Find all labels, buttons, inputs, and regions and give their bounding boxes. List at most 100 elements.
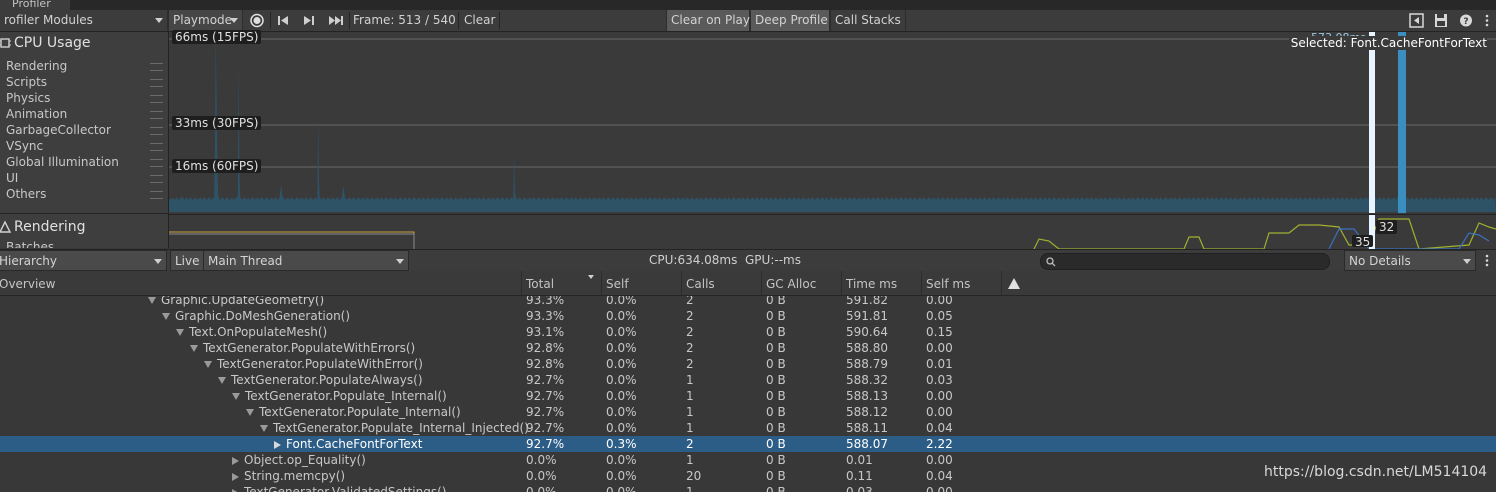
- cell-self: 0.0%: [606, 309, 637, 323]
- rendering-module-header[interactable]: Rendering: [0, 216, 168, 238]
- ref-label-15fps: 66ms (15FPS): [172, 30, 262, 44]
- skip-to-end-icon: [329, 16, 343, 25]
- drag-handle-icon[interactable]: [150, 191, 163, 199]
- table-row[interactable]: TextGenerator.ValidatedSettings() 0.0% 0.0…: [0, 484, 1496, 492]
- drag-handle-icon[interactable]: [150, 127, 163, 135]
- expand-down-icon[interactable]: [162, 313, 170, 320]
- profiler-modules-panel: CPU Usage Rendering Scripts Physics Animati…: [0, 32, 169, 248]
- expand-down-icon[interactable]: [190, 345, 198, 352]
- table-row[interactable]: Font.CacheFontForText 92.7% 0.3% 2 0 B 588.07…: [0, 436, 1496, 452]
- drag-handle-icon[interactable]: [150, 111, 163, 119]
- expand-right-icon[interactable]: [232, 488, 239, 492]
- expand-right-icon[interactable]: [274, 440, 281, 449]
- cpu-usage-module-header[interactable]: CPU Usage: [0, 32, 168, 54]
- column-gc-alloc[interactable]: GC Alloc: [761, 271, 841, 295]
- cpu-category-item[interactable]: Scripts: [6, 74, 47, 90]
- row-label: TextGenerator.ValidatedSettings(): [244, 485, 447, 492]
- cell-time: 588.11: [846, 421, 888, 435]
- clear-on-play-toggle[interactable]: Clear on Play: [666, 10, 750, 31]
- expand-down-icon[interactable]: [148, 297, 156, 304]
- expand-right-icon[interactable]: [232, 472, 239, 481]
- profiler-modules-dropdown[interactable]: rofiler Modules: [0, 10, 168, 31]
- cpu-category-item[interactable]: Rendering: [6, 58, 67, 74]
- cell-selfms: 0.03: [926, 373, 953, 387]
- hierarchy-options-button[interactable]: [1478, 250, 1496, 271]
- cpu-frame-bars: [169, 34, 1496, 212]
- cpu-category-item[interactable]: Animation: [6, 106, 67, 122]
- column-calls[interactable]: Calls: [681, 271, 761, 295]
- deep-profile-toggle[interactable]: Deep Profile: [750, 10, 830, 31]
- expand-down-icon[interactable]: [260, 425, 268, 432]
- live-toggle[interactable]: Live: [170, 250, 204, 271]
- row-function-name: String.memcpy(): [232, 468, 345, 484]
- options-menu-button[interactable]: [1478, 10, 1496, 31]
- drag-handle-icon[interactable]: [150, 159, 163, 167]
- expand-down-icon[interactable]: [218, 377, 226, 384]
- column-self[interactable]: Self: [601, 271, 681, 295]
- cpu-category-item[interactable]: Global Illumination: [6, 154, 119, 170]
- expand-down-icon[interactable]: [204, 361, 212, 368]
- window-tab-profiler[interactable]: Profiler: [0, 0, 70, 10]
- rendering-chart[interactable]: 32 35: [169, 214, 1496, 249]
- load-button[interactable]: [1406, 10, 1428, 31]
- next-frame-button[interactable]: [298, 10, 320, 31]
- cell-gc: 0 B: [766, 341, 786, 355]
- cpu-category-item[interactable]: UI: [6, 170, 18, 186]
- cpu-usage-chart[interactable]: 66ms (15FPS) 33ms (30FPS) 16ms (60FPS) 5…: [169, 30, 1496, 213]
- column-overview[interactable]: Overview: [0, 271, 521, 295]
- row-function-name: Object.op_Equality(): [232, 452, 366, 468]
- first-frame-button[interactable]: [272, 10, 294, 31]
- cell-selfms: 0.00: [926, 453, 953, 467]
- expand-down-icon[interactable]: [176, 329, 184, 336]
- clear-button[interactable]: Clear: [464, 10, 495, 31]
- cpu-category-item[interactable]: VSync: [6, 138, 43, 154]
- view-mode-dropdown[interactable]: Hierarchy: [0, 250, 167, 271]
- thread-dropdown[interactable]: Main Thread: [203, 250, 409, 271]
- table-row[interactable]: TextGenerator.PopulateWithError() 92.8% 0.…: [0, 356, 1496, 372]
- column-time-ms[interactable]: Time ms: [841, 271, 921, 295]
- last-frame-button[interactable]: [324, 10, 348, 31]
- drag-handle-icon[interactable]: [150, 95, 163, 103]
- cpu-category-item[interactable]: Physics: [6, 90, 50, 106]
- row-label: TextGenerator.PopulateWithError(): [217, 357, 423, 371]
- drag-handle-icon[interactable]: [150, 79, 163, 87]
- cpu-category-item[interactable]: Others: [6, 186, 46, 202]
- cpu-category-item[interactable]: GarbageCollector: [6, 122, 111, 138]
- table-row[interactable]: TextGenerator.Populate_Internal() 92.7% 0.…: [0, 388, 1496, 404]
- expand-down-icon[interactable]: [232, 393, 240, 400]
- help-button[interactable]: ?: [1456, 10, 1476, 31]
- drag-handle-icon[interactable]: [150, 175, 163, 183]
- record-button[interactable]: [246, 10, 268, 31]
- column-warnings[interactable]: [1001, 271, 1026, 295]
- table-row[interactable]: TextGenerator.PopulateAlways() 92.7% 0.0% 1…: [0, 372, 1496, 388]
- view-mode-label: Hierarchy: [0, 254, 58, 268]
- playmode-dropdown[interactable]: Playmode: [168, 10, 243, 31]
- details-dropdown[interactable]: No Details: [1344, 250, 1476, 271]
- chevron-down-icon: [396, 259, 404, 264]
- call-stacks-toggle[interactable]: Call Stacks: [830, 10, 906, 31]
- profiler-modules-label: rofiler Modules: [4, 13, 93, 27]
- cell-self: 0.0%: [606, 485, 637, 492]
- more-vertical-icon: [1485, 14, 1489, 27]
- table-row[interactable]: TextGenerator.Populate_Internal() 92.7% 0.…: [0, 404, 1496, 420]
- cell-selfms: 2.22: [926, 437, 953, 451]
- table-row[interactable]: TextGenerator.Populate_Internal_Injected…: [0, 420, 1496, 436]
- drag-handle-icon[interactable]: [150, 143, 163, 151]
- column-self-ms[interactable]: Self ms: [921, 271, 1001, 295]
- table-row[interactable]: Text.OnPopulateMesh() 93.1% 0.0% 2 0 B 590.64…: [0, 324, 1496, 340]
- table-row[interactable]: Graphic.DoMeshGeneration() 93.3% 0.0% 2 0 B 5…: [0, 308, 1496, 324]
- save-button[interactable]: [1430, 10, 1452, 31]
- cell-total: 92.8%: [526, 341, 565, 355]
- table-row[interactable]: TextGenerator.PopulateWithErrors() 92.8% 0…: [0, 340, 1496, 356]
- window-title-bar: [0, 0, 1496, 10]
- row-label: TextGenerator.PopulateWithErrors(): [203, 341, 416, 355]
- cell-time: 588.12: [846, 405, 888, 419]
- expand-down-icon[interactable]: [246, 409, 254, 416]
- drag-handle-icon[interactable]: [150, 63, 163, 71]
- column-total[interactable]: Total: [521, 271, 601, 295]
- expand-right-icon[interactable]: [232, 456, 239, 465]
- cell-total: 0.0%: [526, 453, 557, 467]
- search-input[interactable]: [1040, 253, 1330, 270]
- table-row[interactable]: Graphic.UpdateGeometry() 93.3% 0.0% 2 0 B 591…: [0, 296, 1496, 308]
- row-function-name: TextGenerator.PopulateWithError(): [204, 356, 423, 372]
